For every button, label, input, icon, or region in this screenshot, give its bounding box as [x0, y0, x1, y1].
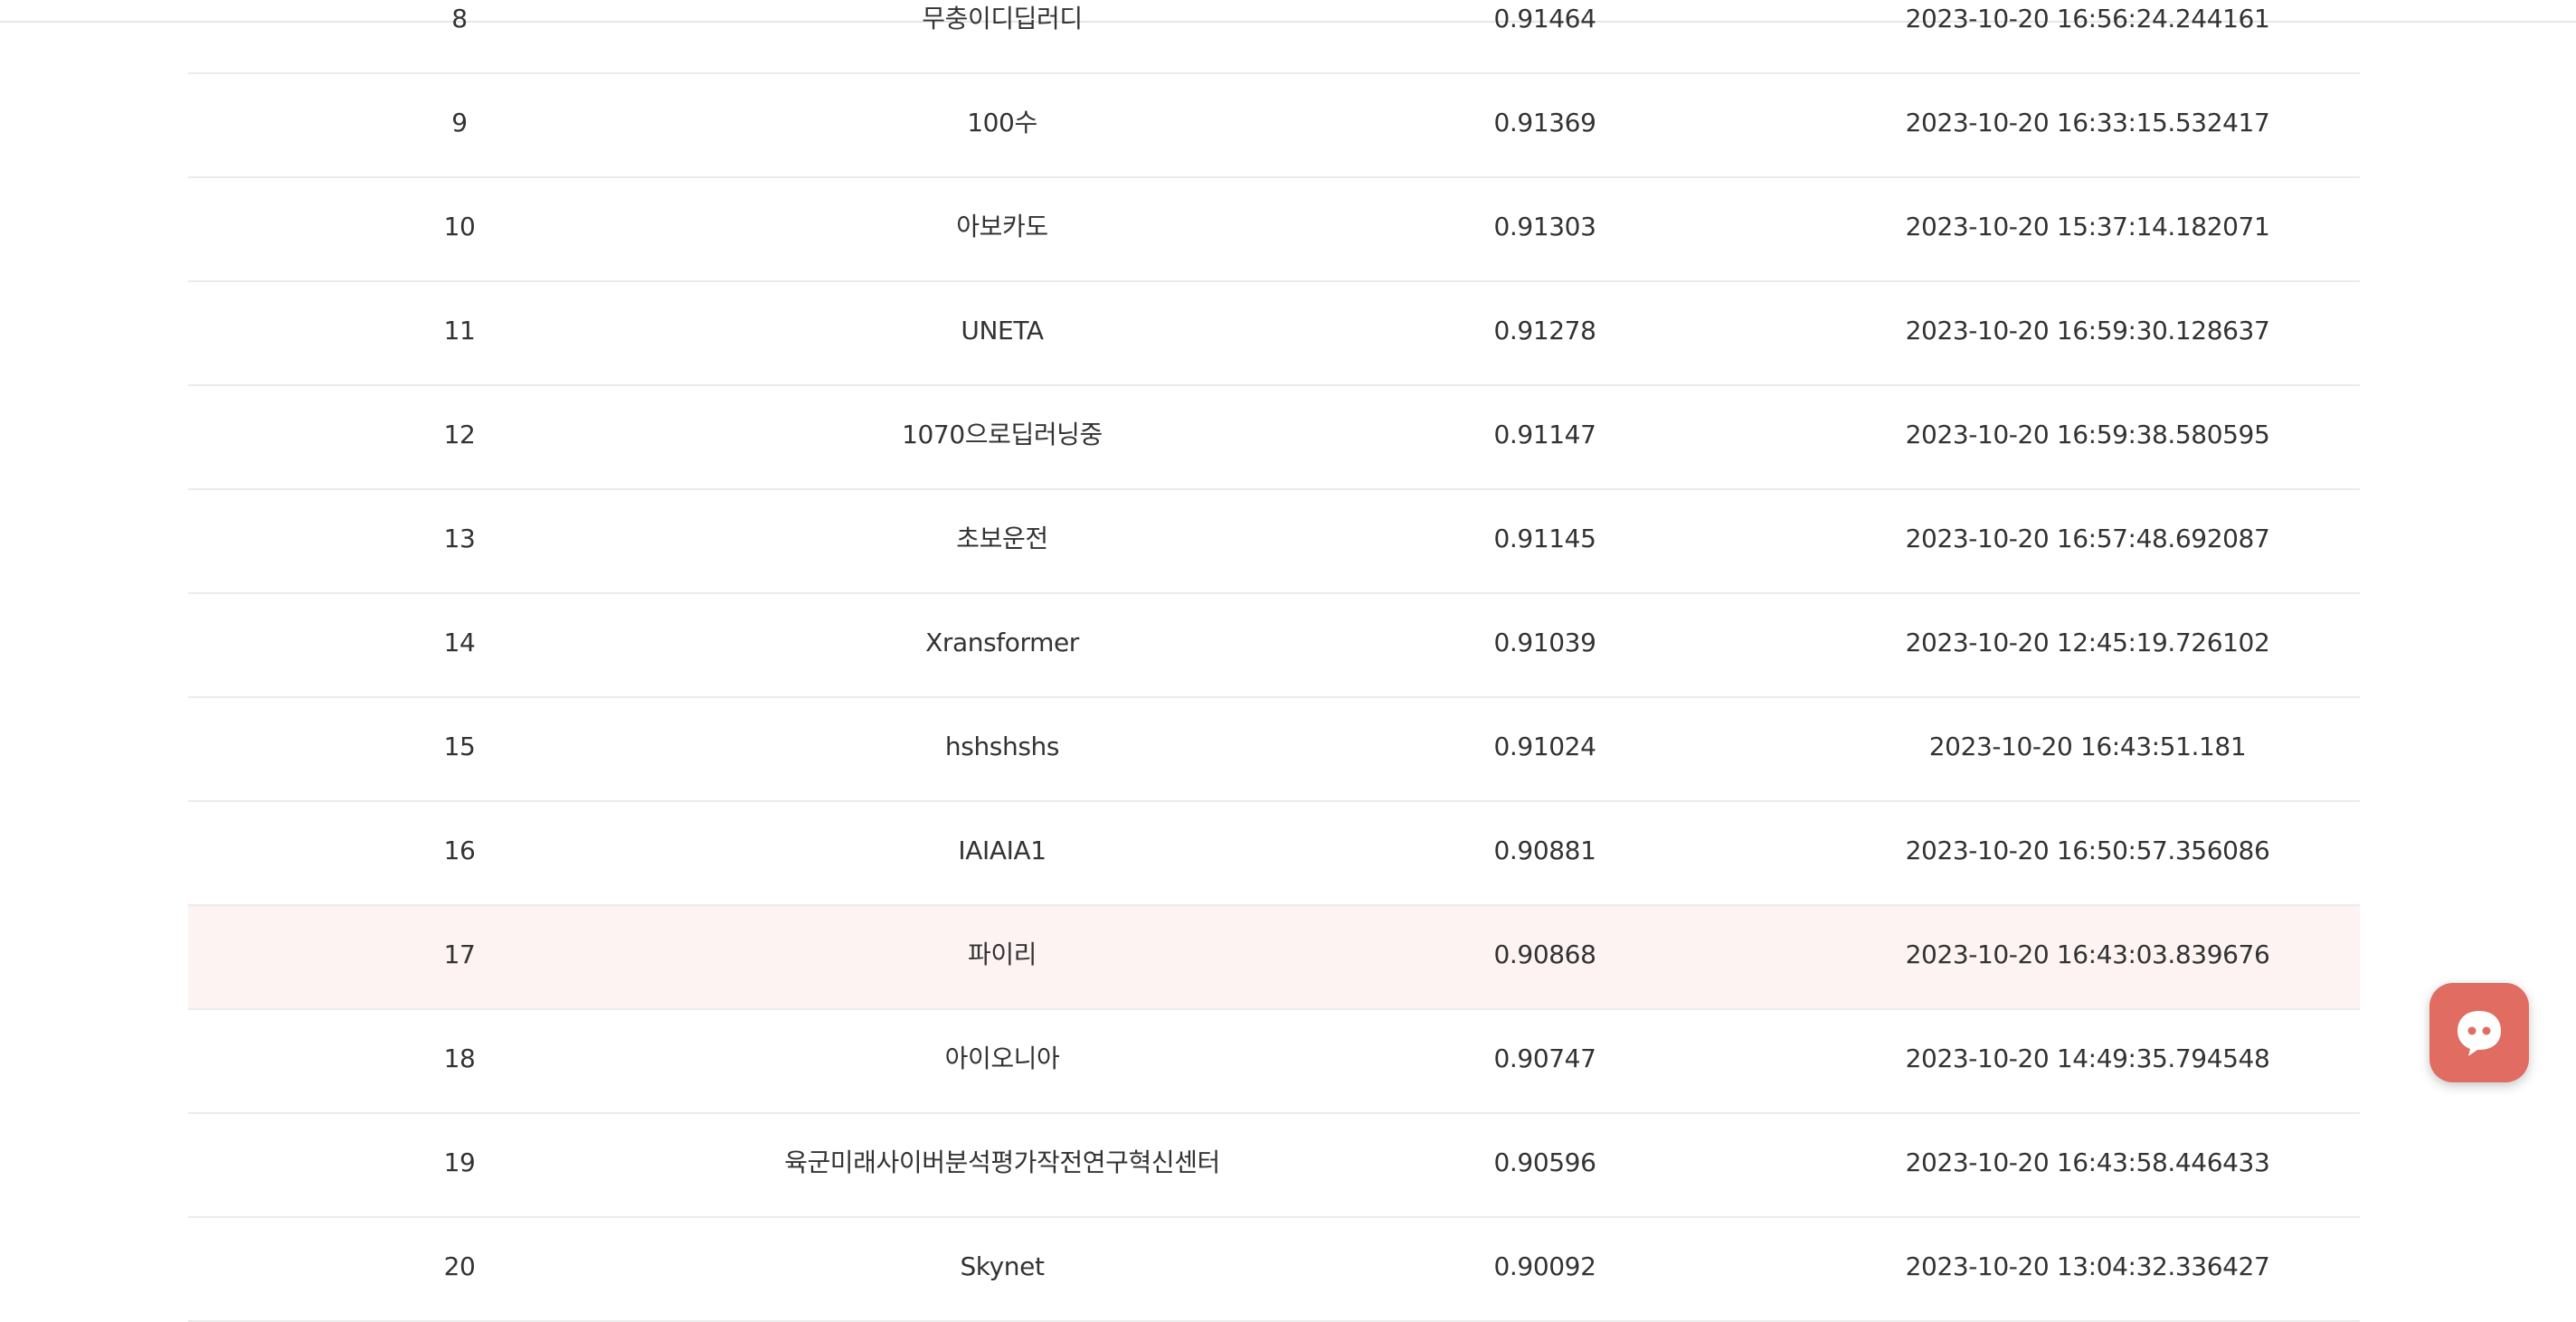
submission-time-cell: 2023-10-20 14:49:35.794548	[1905, 1043, 2270, 1073]
rank-cell: 18	[443, 1043, 476, 1073]
submission-time-cell: 2023-10-20 16:56:24.244161	[1905, 4, 2270, 33]
team-name-cell: 초보운전	[956, 524, 1048, 553]
rank-cell: 11	[443, 316, 476, 345]
team-name-cell: 무충이디딥러디	[922, 4, 1083, 33]
team-name-cell: hshshshs	[944, 732, 1060, 761]
submission-time-cell: 2023-10-20 16:43:58.446433	[1905, 1147, 2270, 1177]
score-cell: 0.91464	[1493, 4, 1596, 33]
table-row[interactable]: 17 파이리 0.90868 2023-10-20 16:43:03.83967…	[188, 906, 2360, 1010]
rank-cell: 12	[443, 420, 476, 449]
submission-time-cell: 2023-10-20 16:59:38.580595	[1905, 420, 2270, 449]
submission-time-cell: 2023-10-20 16:50:57.356086	[1905, 836, 2270, 865]
leaderboard-table: 8 무충이디딥러디 0.91464 2023-10-20 16:56:24.24…	[188, 0, 2360, 1322]
rank-cell: 16	[443, 836, 476, 865]
score-cell: 0.90092	[1493, 1251, 1596, 1281]
submission-time-cell: 2023-10-20 16:59:30.128637	[1905, 316, 2270, 345]
table-row[interactable]: 12 1070으로딥러닝중 0.91147 2023-10-20 16:59:3…	[188, 386, 2360, 490]
table-row[interactable]: 13 초보운전 0.91145 2023-10-20 16:57:48.6920…	[188, 490, 2360, 594]
team-name-cell: 아이오니아	[944, 1043, 1060, 1073]
table-row[interactable]: 8 무충이디딥러디 0.91464 2023-10-20 16:56:24.24…	[188, 0, 2360, 74]
rank-cell: 13	[443, 524, 476, 553]
rank-cell: 19	[443, 1147, 476, 1177]
rank-cell: 10	[443, 212, 476, 241]
team-name-cell: 100수	[967, 108, 1037, 137]
chat-bubble-icon	[2458, 1011, 2501, 1056]
rank-cell: 20	[443, 1251, 476, 1281]
score-cell: 0.91303	[1493, 212, 1596, 241]
team-name-cell: IAIAIA1	[958, 836, 1046, 865]
rank-cell: 8	[451, 4, 468, 33]
submission-time-cell: 2023-10-20 16:57:48.692087	[1905, 524, 2270, 553]
table-row[interactable]: 19 육군미래사이버분석평가작전연구혁신센터 0.90596 2023-10-2…	[188, 1114, 2360, 1218]
score-cell: 0.91145	[1493, 524, 1596, 553]
chat-button[interactable]	[2429, 983, 2529, 1082]
submission-time-cell: 2023-10-20 15:37:14.182071	[1905, 212, 2270, 241]
table-row[interactable]: 14 Xransformer 0.91039 2023-10-20 12:45:…	[188, 594, 2360, 698]
score-cell: 0.91024	[1493, 732, 1596, 761]
table-row[interactable]: 9 100수 0.91369 2023-10-20 16:33:15.53241…	[188, 74, 2360, 178]
score-cell: 0.91369	[1493, 108, 1596, 137]
table-row[interactable]: 11 UNETA 0.91278 2023-10-20 16:59:30.128…	[188, 282, 2360, 386]
submission-time-cell: 2023-10-20 12:45:19.726102	[1905, 628, 2270, 657]
score-cell: 0.90596	[1493, 1147, 1596, 1177]
score-cell: 0.90881	[1493, 836, 1596, 865]
submission-time-cell: 2023-10-20 16:43:51.181	[1928, 732, 2247, 761]
team-name-cell: 아보카도	[956, 212, 1048, 241]
rank-cell: 15	[443, 732, 476, 761]
rank-cell: 17	[443, 940, 476, 969]
team-name-cell: Xransformer	[925, 628, 1079, 657]
table-row[interactable]: 16 IAIAIA1 0.90881 2023-10-20 16:50:57.3…	[188, 802, 2360, 906]
team-name-cell: 파이리	[967, 940, 1037, 969]
table-row[interactable]: 18 아이오니아 0.90747 2023-10-20 14:49:35.794…	[188, 1010, 2360, 1114]
team-name-cell: UNETA	[961, 316, 1044, 345]
score-cell: 0.91147	[1493, 420, 1596, 449]
rank-cell: 14	[443, 628, 476, 657]
table-row[interactable]: 15 hshshshs 0.91024 2023-10-20 16:43:51.…	[188, 698, 2360, 802]
submission-time-cell: 2023-10-20 16:33:15.532417	[1905, 108, 2270, 137]
score-cell: 0.90868	[1493, 940, 1596, 969]
rank-cell: 9	[451, 108, 468, 137]
score-cell: 0.91039	[1493, 628, 1596, 657]
submission-time-cell: 2023-10-20 16:43:03.839676	[1905, 940, 2270, 969]
score-cell: 0.91278	[1493, 316, 1596, 345]
submission-time-cell: 2023-10-20 13:04:32.336427	[1905, 1251, 2270, 1281]
score-cell: 0.90747	[1493, 1043, 1596, 1073]
team-name-cell: Skynet	[960, 1251, 1045, 1281]
table-row[interactable]: 20 Skynet 0.90092 2023-10-20 13:04:32.33…	[188, 1218, 2360, 1322]
team-name-cell: 1070으로딥러닝중	[902, 420, 1103, 449]
team-name-cell: 육군미래사이버분석평가작전연구혁신센터	[784, 1147, 1220, 1177]
table-row[interactable]: 10 아보카도 0.91303 2023-10-20 15:37:14.1820…	[188, 178, 2360, 282]
